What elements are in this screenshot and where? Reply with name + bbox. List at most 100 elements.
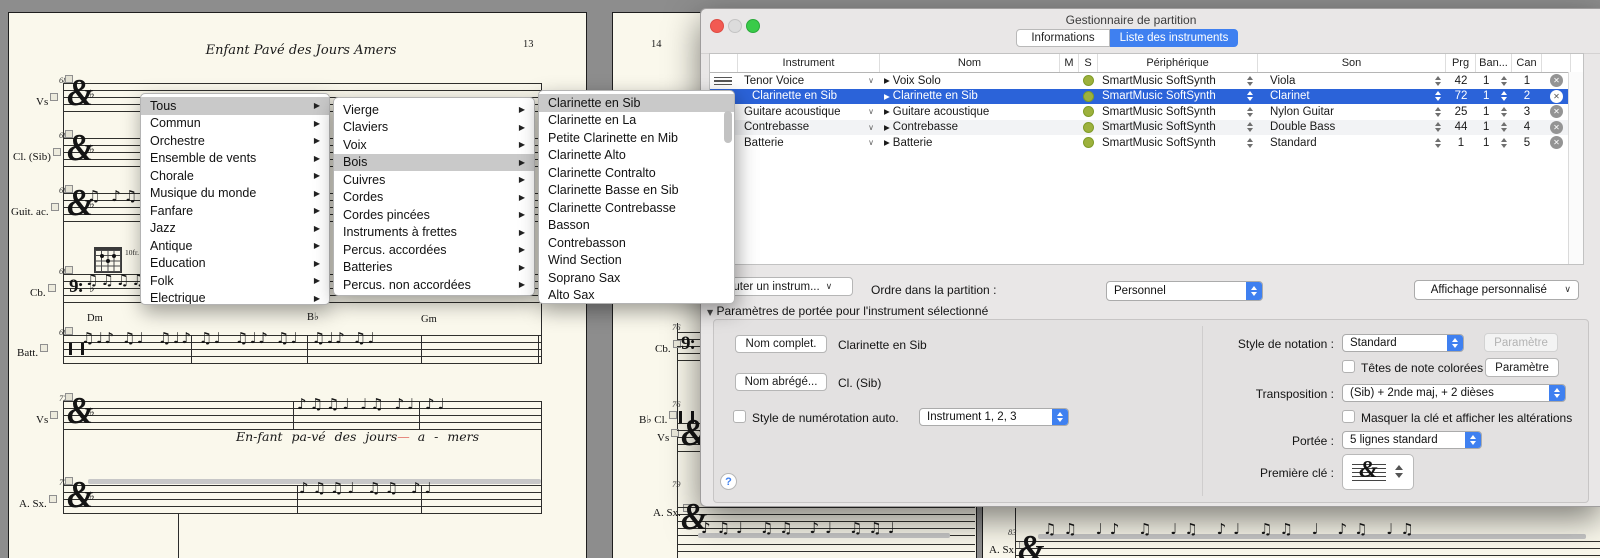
menu-item[interactable]: Wind Section xyxy=(539,252,734,270)
menu-item[interactable]: Contrebasson xyxy=(539,234,734,252)
delete-cell[interactable]: ✕ xyxy=(1542,120,1571,136)
menu-item[interactable]: Chorale▶ xyxy=(141,167,329,185)
stepper-icon[interactable] xyxy=(1501,138,1507,148)
menu-item[interactable]: Fanfare▶ xyxy=(141,202,329,220)
row-drag-handle[interactable] xyxy=(710,73,738,89)
stepper-icon[interactable] xyxy=(1435,91,1441,101)
menu-item[interactable]: Claviers▶ xyxy=(334,119,534,137)
menu-item[interactable]: Electrique▶ xyxy=(141,290,329,306)
menu-item[interactable]: Orchestre▶ xyxy=(141,132,329,150)
instrument-cell[interactable]: Batterie∨ xyxy=(738,135,880,151)
stepper-icon[interactable] xyxy=(1247,76,1253,86)
bank-cell[interactable]: 1 xyxy=(1476,120,1512,136)
menu-item[interactable]: Alto Sax xyxy=(539,287,734,305)
staff-label[interactable]: Vs xyxy=(36,93,58,108)
full-name-button[interactable]: Nom complet. xyxy=(735,335,827,353)
tab-informations[interactable]: Informations xyxy=(1016,29,1110,47)
staff-type-select[interactable]: 5 lignes standard xyxy=(1342,431,1482,449)
instrument-cell[interactable]: Guitare acoustique∨ xyxy=(738,104,880,120)
notation-style-select[interactable]: Standard xyxy=(1342,334,1464,352)
menu-item[interactable]: Percus. accordées▶ xyxy=(334,241,534,259)
menu-item[interactable]: Folk▶ xyxy=(141,272,329,290)
staff-label[interactable]: Batt. xyxy=(17,344,48,359)
transposition-select[interactable]: (Sib) + 2nde maj, + 2 dièses xyxy=(1342,384,1566,402)
tab-liste-des-instruments[interactable]: Liste des instruments xyxy=(1110,29,1238,47)
mute-cell[interactable] xyxy=(1060,73,1079,89)
name-cell[interactable]: ▶Batterie xyxy=(880,135,1060,151)
stepper-icon[interactable] xyxy=(1247,138,1253,148)
order-select[interactable]: Personnel xyxy=(1106,281,1263,301)
stepper-icon[interactable] xyxy=(1501,91,1507,101)
bank-cell[interactable]: 1 xyxy=(1476,73,1512,89)
short-name-button[interactable]: Nom abrégé... xyxy=(735,373,827,391)
delete-icon[interactable]: ✕ xyxy=(1550,74,1563,87)
bank-cell[interactable]: 1 xyxy=(1476,89,1512,105)
auto-numbering-checkbox[interactable] xyxy=(733,410,746,423)
stepper-icon[interactable] xyxy=(1247,107,1253,117)
table-scrollbar[interactable] xyxy=(1568,72,1583,264)
delete-cell[interactable]: ✕ xyxy=(1542,135,1571,151)
sound-cell[interactable]: Viola xyxy=(1258,73,1446,89)
name-cell[interactable]: ▶Voix Solo xyxy=(880,73,1060,89)
view-select[interactable]: Affichage personnalisé ∨ xyxy=(1414,280,1579,300)
first-clef-select[interactable]: & xyxy=(1342,454,1414,490)
menu-item[interactable]: Clarinette Alto xyxy=(539,147,734,165)
menu-item[interactable]: Tous▶ xyxy=(141,97,329,115)
menu-item[interactable]: Commun▶ xyxy=(141,115,329,133)
device-cell[interactable]: SmartMusic SoftSynth xyxy=(1098,135,1258,151)
menu-item[interactable]: Clarinette Contrebasse xyxy=(539,199,734,217)
stepper-icon[interactable] xyxy=(1247,91,1253,101)
menu-item[interactable]: Instruments à frettes▶ xyxy=(334,224,534,242)
delete-cell[interactable]: ✕ xyxy=(1542,104,1571,120)
menu-item[interactable]: Batteries▶ xyxy=(334,259,534,277)
menu-item[interactable]: Clarinette Basse en Sib xyxy=(539,182,734,200)
program-cell[interactable]: 42 xyxy=(1446,73,1476,89)
channel-cell[interactable]: 2 xyxy=(1512,89,1542,105)
channel-cell[interactable]: 1 xyxy=(1512,73,1542,89)
solo-cell[interactable] xyxy=(1079,104,1098,120)
stepper-icon[interactable] xyxy=(1247,122,1253,132)
sound-cell[interactable]: Nylon Guitar xyxy=(1258,104,1446,120)
solo-cell[interactable] xyxy=(1079,135,1098,151)
delete-icon[interactable]: ✕ xyxy=(1550,90,1563,103)
mute-cell[interactable] xyxy=(1060,104,1079,120)
channel-cell[interactable]: 3 xyxy=(1512,104,1542,120)
program-cell[interactable]: 44 xyxy=(1446,120,1476,136)
help-button[interactable]: ? xyxy=(720,473,737,490)
numbering-select[interactable]: Instrument 1, 2, 3 xyxy=(919,408,1069,426)
instrument-cell[interactable]: Contrebasse∨ xyxy=(738,120,880,136)
channel-cell[interactable]: 4 xyxy=(1512,120,1542,136)
stepper-icon[interactable] xyxy=(1501,107,1507,117)
table-row[interactable]: Guitare acoustique∨▶Guitare acoustiqueSm… xyxy=(710,104,1583,120)
stepper-icon[interactable] xyxy=(1435,138,1441,148)
menu-item[interactable]: Cordes pincées▶ xyxy=(334,206,534,224)
device-cell[interactable]: SmartMusic SoftSynth xyxy=(1098,89,1258,105)
stepper-icon[interactable] xyxy=(1435,122,1441,132)
delete-icon[interactable]: ✕ xyxy=(1550,105,1563,118)
channel-cell[interactable]: 5 xyxy=(1512,135,1542,151)
name-cell[interactable]: ▶Clarinette en Sib xyxy=(880,89,1060,105)
table-row[interactable]: Batterie∨▶BatterieSmartMusic SoftSynthSt… xyxy=(710,135,1583,151)
menu-item[interactable]: Ensemble de vents▶ xyxy=(141,150,329,168)
delete-icon[interactable]: ✕ xyxy=(1550,121,1563,134)
colored-noteheads-checkbox[interactable] xyxy=(1342,360,1355,373)
menu-item[interactable]: Petite Clarinette en Mib xyxy=(539,129,734,147)
staff-settings-disclosure[interactable]: ▼ Paramètres de portée pour l'instrument… xyxy=(707,304,988,318)
delete-cell[interactable]: ✕ xyxy=(1542,73,1571,89)
menu-item[interactable]: Clarinette en La xyxy=(539,112,734,130)
device-cell[interactable]: SmartMusic SoftSynth xyxy=(1098,104,1258,120)
solo-cell[interactable] xyxy=(1079,120,1098,136)
menu-item[interactable]: Soprano Sax xyxy=(539,269,734,287)
menu-item[interactable]: Percus. non accordées▶ xyxy=(334,276,534,294)
menu-scrollbar-thumb[interactable] xyxy=(724,111,732,143)
device-cell[interactable]: SmartMusic SoftSynth xyxy=(1098,73,1258,89)
menu-item[interactable]: Basson xyxy=(539,217,734,235)
stepper-icon[interactable] xyxy=(1435,76,1441,86)
menu-item[interactable]: Education▶ xyxy=(141,255,329,273)
table-row[interactable]: Tenor Voice∨▶Voix SoloSmartMusic SoftSyn… xyxy=(710,73,1583,89)
bank-cell[interactable]: 1 xyxy=(1476,104,1512,120)
solo-cell[interactable] xyxy=(1079,89,1098,105)
table-row[interactable]: Contrebasse∨▶ContrebasseSmartMusic SoftS… xyxy=(710,120,1583,136)
menu-item[interactable]: Clarinette en Sib xyxy=(539,94,734,112)
name-cell[interactable]: ▶Contrebasse xyxy=(880,120,1060,136)
